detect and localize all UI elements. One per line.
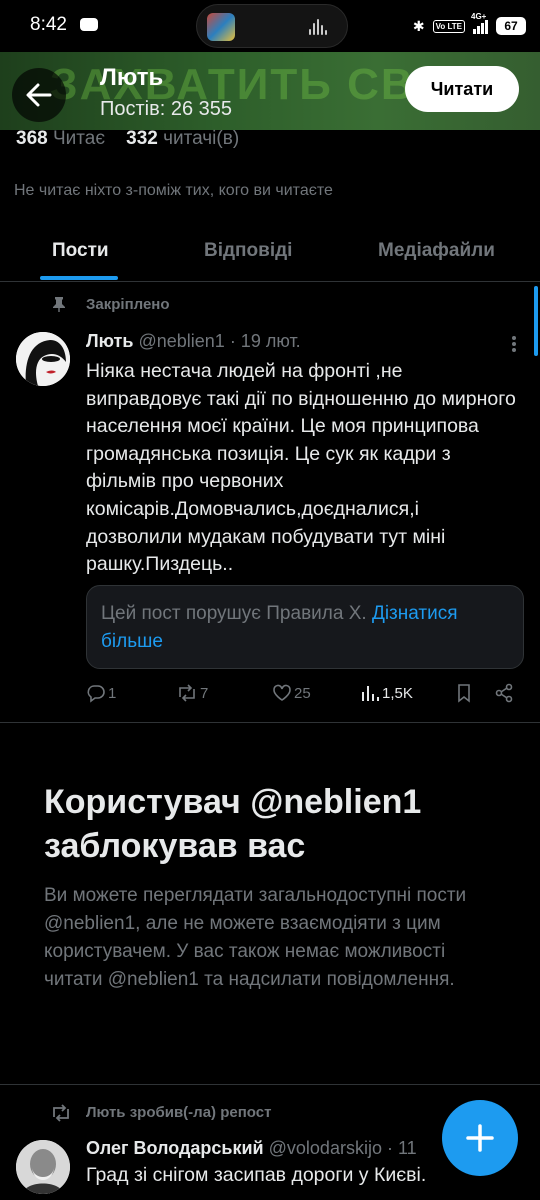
profile-name: Лють: [100, 64, 164, 91]
post-header: Лють @neblien1 · 19 лют.: [86, 331, 301, 352]
plus-icon: [466, 1124, 494, 1152]
tab-media[interactable]: Медіафайли: [378, 240, 495, 262]
battery-icon: 67: [496, 17, 526, 35]
more-icon[interactable]: [500, 334, 524, 354]
following-link[interactable]: 368 Читає: [16, 128, 105, 149]
post-header: Олег Володарський @volodarskijo · 11: [86, 1138, 417, 1159]
repost-indicator-icon: [53, 1104, 69, 1122]
repost-count: 7: [200, 684, 209, 702]
share-button[interactable]: [494, 682, 514, 704]
share-icon: [495, 683, 513, 703]
album-art: [207, 13, 235, 41]
post-divider: [0, 722, 540, 723]
back-button[interactable]: [12, 68, 66, 122]
follow-button[interactable]: Читати: [405, 66, 519, 112]
pin-icon: [53, 297, 65, 312]
avatar-image: [16, 332, 70, 386]
network-type: 4G+: [471, 12, 487, 21]
compose-button[interactable]: [442, 1100, 518, 1176]
bookmark-icon: [458, 684, 470, 703]
media-island[interactable]: [196, 4, 348, 48]
pinned-label: Закріплено: [86, 296, 170, 313]
like-button[interactable]: 25: [272, 682, 311, 704]
reply-icon: [87, 685, 105, 703]
signal-icon: 4G+: [471, 12, 488, 34]
repost-label[interactable]: Лють зробив(-ла) репост: [86, 1104, 271, 1121]
section-divider: [0, 1084, 540, 1085]
post-date[interactable]: · 11: [387, 1138, 417, 1158]
arrow-left-icon: [26, 83, 52, 107]
tab-replies[interactable]: Відповіді: [204, 240, 292, 262]
bookmark-button[interactable]: [454, 682, 474, 704]
audio-wave-icon: [309, 19, 329, 35]
author-handle[interactable]: @neblien1: [138, 331, 224, 351]
bluetooth-icon: ✱: [412, 17, 425, 34]
reply-count: 1: [108, 684, 117, 702]
avatar-image: [16, 1140, 70, 1194]
views-button[interactable]: 1,5K: [360, 682, 413, 704]
status-icons: ✱ Vo LTE 4G+ 67: [412, 12, 526, 39]
repost-icon: [179, 684, 195, 702]
author-handle[interactable]: @volodarskijo: [269, 1138, 382, 1158]
status-bar: 8:42 ✱ Vo LTE 4G+ 67: [0, 0, 540, 52]
tab-posts[interactable]: Пости: [52, 240, 109, 262]
post-date[interactable]: · 19 лют.: [230, 331, 301, 351]
avatar[interactable]: [16, 1140, 70, 1194]
profile-header: ЗАХВАТИТЬ СВ Лють Постів: 26 355 Читати: [0, 52, 540, 130]
posts-count: Постів: 26 355: [100, 98, 233, 120]
tabs-divider: [0, 281, 540, 282]
author-name[interactable]: Олег Володарський: [86, 1138, 264, 1158]
avatar[interactable]: [16, 332, 70, 386]
rules-violation-notice: Цей пост порушує Правила X. Дізнатися бі…: [86, 585, 524, 669]
follow-stats: 368 Читає 332 читачі(в): [16, 128, 239, 150]
blocked-description: Ви можете переглядати загальнодоступні п…: [44, 885, 467, 990]
scrollbar[interactable]: [534, 286, 538, 356]
heart-icon: [273, 684, 291, 701]
followers-link[interactable]: 332 читачі(в): [126, 128, 239, 149]
volte-badge: Vo LTE: [432, 19, 465, 33]
blocked-title: Користувач @neblien1 заблокував вас: [44, 783, 422, 865]
repost-button[interactable]: 7: [176, 682, 208, 704]
active-tab-indicator: [40, 276, 118, 280]
post-text: Град зі снігом засипав дороги у Києві.: [86, 1164, 427, 1186]
post-text: Ніяка нестача людей на фронті ,не виправ…: [86, 360, 516, 576]
reply-button[interactable]: 1: [86, 682, 116, 704]
like-count: 25: [294, 684, 311, 702]
status-time: 8:42: [30, 14, 67, 35]
views-icon: [362, 686, 379, 701]
notice-text: Цей пост порушує Правила X.: [101, 603, 367, 624]
views-count: 1,5K: [382, 684, 413, 702]
mutual-followers-text: Не читає ніхто з-поміж тих, кого ви чита…: [14, 182, 333, 199]
discord-icon: [80, 18, 98, 31]
author-name[interactable]: Лють: [86, 331, 133, 351]
